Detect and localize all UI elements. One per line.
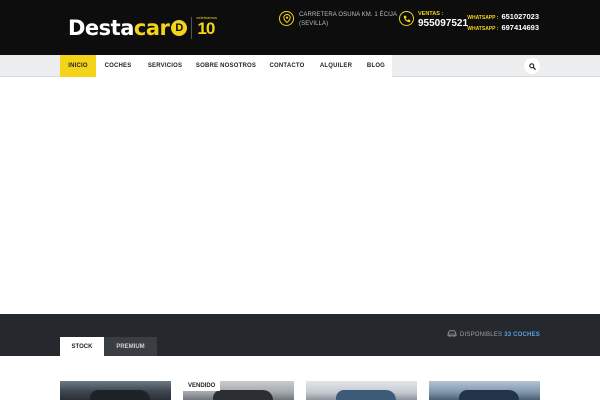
stock-tabs: STOCK PREMIUM [60,337,157,356]
nav-item-inicio[interactable]: INICIO [60,55,96,77]
car-photo [213,390,273,400]
main-nav: INICIO COCHES SERVICIOS SOBRE NOSOTROS C… [0,55,600,77]
whatsapp-label: WHATSAPP : [467,15,499,21]
car-card[interactable] [306,381,417,400]
stock-band: STOCK PREMIUM DISPONIBLES 33 COCHES [0,314,600,356]
car-icon [447,330,457,339]
car-photo [336,390,396,400]
hero-slider [0,78,600,314]
car-photo [459,390,519,400]
address-line-1: CARRETERA OSUNA KM. 1 ÉCIJA [299,12,398,18]
phone-icon [399,11,414,26]
nav-item-contacto[interactable]: CONTACTO [262,55,312,77]
available-count: 33 COCHES [504,331,540,338]
nav-item-sobre-nosotros[interactable]: SOBRE NOSOTROS [190,55,262,77]
page: Destacar D celebramos 10 CARRETERA OSUNA… [0,0,600,400]
search-icon[interactable] [524,58,540,74]
top-header: Destacar D celebramos 10 CARRETERA OSUNA… [0,0,600,55]
address-line-2: (SEVILLA) [299,21,329,27]
available-label: DISPONIBLES [459,331,503,338]
anniversary-number: 10 [197,19,215,38]
logo-badge: D [171,20,188,36]
car-listing: VENDIDO [0,356,600,400]
car-card[interactable]: VENDIDO [183,381,294,400]
nav-item-servicios[interactable]: SERVICIOS [140,55,190,77]
nav-item-alquiler[interactable]: ALQUILER [312,55,360,77]
car-card[interactable] [429,381,540,400]
whatsapp-row[interactable]: WHATSAPP : 697414693 [467,23,539,34]
site-logo[interactable]: Destacar D celebramos 10 [68,14,220,42]
nav-item-blog[interactable]: BLOG [360,55,392,77]
whatsapp-label: WHATSAPP : [467,26,499,32]
logo-wordmark: Destacar [68,16,170,40]
car-photo [90,390,150,400]
whatsapp-block: WHATSAPP : 651027023 WHATSAPP : 69741469… [467,12,539,34]
address-block: CARRETERA OSUNA KM. 1 ÉCIJA (SEVILLA) [279,11,399,29]
anniversary-badge: celebramos 10 [196,15,220,41]
logo-accent: car [133,16,170,40]
logo-main: Desta [68,16,134,40]
sold-badge: VENDIDO [183,381,221,391]
location-pin-icon [279,11,294,26]
tab-stock[interactable]: STOCK [60,337,104,356]
whatsapp-number[interactable]: 651027023 [501,12,539,21]
tab-premium[interactable]: PREMIUM [104,337,157,356]
sales-phone-block[interactable]: VENTAS : 955097521 [399,11,468,30]
whatsapp-row[interactable]: WHATSAPP : 651027023 [467,12,539,23]
sales-label: VENTAS : [418,11,444,17]
nav-menu: INICIO COCHES SERVICIOS SOBRE NOSOTROS C… [60,55,392,77]
whatsapp-number[interactable]: 697414693 [501,23,539,32]
sales-phone-number[interactable]: 955097521 [418,18,468,30]
nav-item-coches[interactable]: COCHES [96,55,140,77]
available-cars: DISPONIBLES 33 COCHES [447,330,540,339]
logo-divider [191,17,193,39]
car-card[interactable] [60,381,171,400]
